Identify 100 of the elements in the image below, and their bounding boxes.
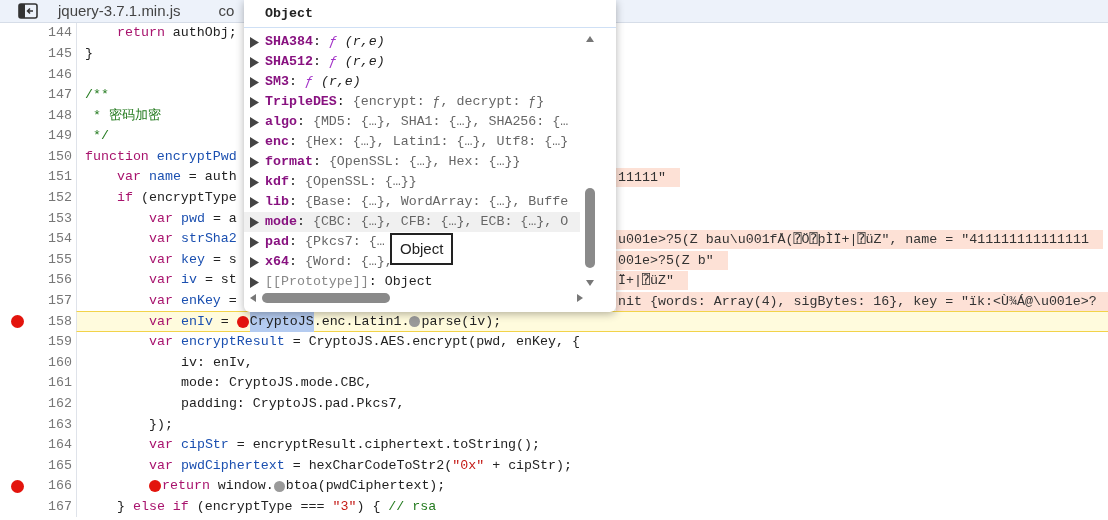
expand-triangle-icon[interactable] bbox=[250, 116, 259, 128]
inline-breakpoint-icon[interactable] bbox=[236, 315, 249, 328]
code-comment: * 密码加密 bbox=[93, 106, 161, 125]
code-identifier: encryptPwd bbox=[156, 147, 237, 166]
expand-triangle-icon[interactable] bbox=[250, 276, 259, 288]
code-text: authObj; bbox=[171, 24, 237, 43]
file-tab[interactable]: co bbox=[216, 0, 237, 23]
property-name: SHA384 bbox=[265, 33, 313, 52]
code-text: padding: CryptoJS.pad.Pkcs7, bbox=[181, 395, 405, 413]
scroll-down-icon[interactable] bbox=[585, 278, 595, 288]
expand-triangle-icon[interactable] bbox=[250, 36, 259, 48]
vertical-scrollbar-thumb[interactable] bbox=[585, 188, 595, 268]
inline-breakpoint-icon[interactable] bbox=[149, 480, 161, 493]
property-value: {OpenSSL: {…}, Hex: {…}} bbox=[328, 153, 521, 172]
property-value: {OpenSSL: {…}} bbox=[304, 173, 417, 192]
line-number: 151 bbox=[48, 169, 72, 185]
property-value: (r,e) bbox=[344, 53, 385, 72]
property-value: {Pkcs7: {… bbox=[304, 233, 385, 252]
property-name: SHA512 bbox=[265, 53, 313, 72]
line-number: 167 bbox=[48, 499, 72, 514]
property-name: x64 bbox=[265, 253, 289, 272]
colon: : bbox=[288, 73, 297, 92]
horizontal-scrollbar-thumb[interactable] bbox=[262, 293, 390, 303]
sidebar-toggle-icon[interactable] bbox=[18, 3, 38, 19]
line-number: 155 bbox=[48, 251, 72, 267]
line-number: 158 bbox=[48, 313, 72, 329]
popover-title: Object bbox=[265, 4, 313, 23]
line-number: 144 bbox=[48, 25, 72, 41]
property-value: {Word: {…}, bbox=[304, 253, 393, 272]
code-text: ) { bbox=[356, 498, 382, 516]
code-keyword: var bbox=[117, 168, 141, 187]
property-name: SM3 bbox=[265, 73, 289, 92]
line-number: 150 bbox=[48, 148, 72, 164]
code-keyword: var bbox=[149, 312, 173, 331]
code-keyword: function bbox=[85, 147, 149, 166]
expand-triangle-icon[interactable] bbox=[250, 236, 259, 248]
property-value: (r,e) bbox=[320, 73, 361, 92]
colon: : bbox=[312, 33, 321, 52]
function-symbol: ƒ bbox=[328, 53, 337, 72]
colon: : bbox=[312, 53, 321, 72]
inline-breakpoint-icon[interactable] bbox=[273, 480, 285, 492]
code-text: } bbox=[117, 498, 126, 516]
line-number: 145 bbox=[48, 45, 72, 61]
expand-triangle-icon[interactable] bbox=[250, 176, 259, 188]
scroll-right-icon[interactable] bbox=[575, 293, 585, 303]
inline-value: 001e>?5(Z b" bbox=[616, 250, 728, 270]
property-name: [[Prototype]] bbox=[265, 273, 369, 288]
colon: : bbox=[296, 213, 305, 232]
code-text: } bbox=[85, 44, 93, 63]
code-text: = s bbox=[211, 250, 237, 269]
selected-text: CryptoJS bbox=[249, 311, 314, 332]
property-name: TripleDES bbox=[265, 93, 337, 112]
code-keyword: var bbox=[149, 436, 173, 455]
code-keyword: if bbox=[117, 189, 133, 208]
expand-triangle-icon[interactable] bbox=[250, 196, 259, 208]
code-text: + cipStr); bbox=[491, 456, 572, 475]
code-identifier: cipStr bbox=[180, 436, 229, 455]
line-number: 154 bbox=[48, 231, 72, 247]
code-string: "3" bbox=[332, 498, 357, 516]
expand-triangle-icon[interactable] bbox=[250, 76, 259, 88]
inline-breakpoint-icon[interactable] bbox=[409, 316, 421, 328]
scroll-up-icon[interactable] bbox=[585, 34, 595, 44]
code-keyword: var bbox=[149, 333, 173, 352]
code-identifier: enIv bbox=[180, 312, 213, 331]
property-name: pad bbox=[265, 233, 289, 252]
breakpoint-icon[interactable] bbox=[10, 479, 24, 493]
code-keyword: var bbox=[149, 456, 173, 475]
code-text: }); bbox=[149, 415, 173, 434]
expand-triangle-icon[interactable] bbox=[250, 96, 259, 108]
inline-value: u001e>?5(Z bau\u001fÅ(⍰Ö⍰þÌÏ+|⍰üZ", name = "411111111111111 bbox=[616, 229, 1103, 249]
line-number: 163 bbox=[48, 416, 72, 432]
property-name: format bbox=[265, 153, 313, 172]
code-text: iv: enIv, bbox=[181, 353, 253, 372]
colon: : bbox=[368, 273, 377, 288]
line-number: 159 bbox=[48, 334, 72, 350]
function-symbol: ƒ bbox=[304, 73, 313, 92]
code-identifier: pwdCiphertext bbox=[180, 456, 285, 475]
breakpoint-icon[interactable] bbox=[10, 315, 24, 329]
colon: : bbox=[312, 153, 321, 172]
line-number: 152 bbox=[48, 190, 72, 206]
expand-triangle-icon[interactable] bbox=[250, 256, 259, 268]
expand-triangle-icon[interactable] bbox=[250, 56, 259, 68]
code-identifier: key bbox=[180, 250, 205, 269]
property-value: {Base: {…}, WordArray: {…}, Buffe bbox=[304, 193, 569, 212]
property-value: {encrypt: ƒ, decrypt: ƒ} bbox=[352, 93, 545, 112]
code-text: = bbox=[219, 312, 230, 331]
colon: : bbox=[336, 93, 345, 112]
expand-triangle-icon[interactable] bbox=[250, 136, 259, 148]
file-tab[interactable]: jquery-3.7.1.min.js bbox=[56, 0, 183, 23]
code-text: = hexCharCodeToStr2( bbox=[291, 456, 453, 475]
code-comment: // rsa bbox=[388, 498, 437, 516]
code-text: = auth bbox=[187, 168, 237, 187]
code-text: = a bbox=[211, 209, 237, 228]
expand-triangle-icon[interactable] bbox=[250, 156, 259, 168]
code-keyword: var bbox=[149, 250, 173, 269]
line-number: 148 bbox=[48, 107, 72, 123]
scroll-left-icon[interactable] bbox=[248, 293, 258, 303]
expand-triangle-icon[interactable] bbox=[250, 216, 259, 228]
code-identifier: iv bbox=[180, 271, 197, 290]
line-number: 165 bbox=[48, 457, 72, 473]
